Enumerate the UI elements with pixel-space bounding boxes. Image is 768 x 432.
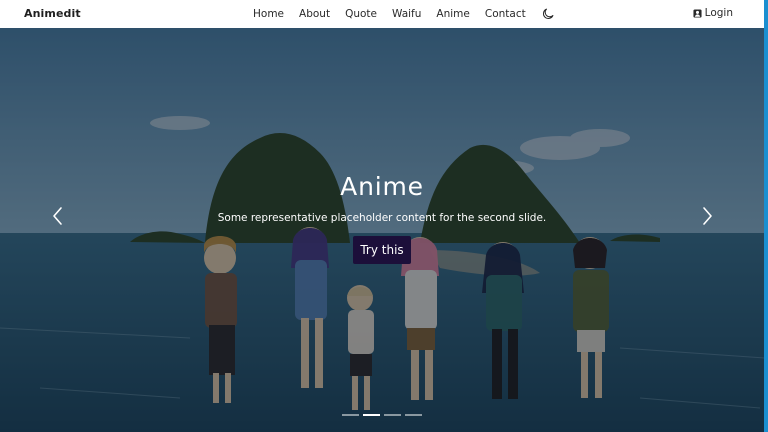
nav-link-anime[interactable]: Anime: [436, 8, 469, 20]
user-badge-icon: [693, 8, 702, 18]
indicator-1[interactable]: [342, 414, 359, 416]
carousel-indicators: [342, 414, 422, 416]
slide-title: Anime: [340, 172, 424, 201]
scrollbar[interactable]: [764, 0, 768, 432]
slide-description: Some representative placeholder content …: [217, 212, 547, 224]
brand-logo[interactable]: Animedit: [24, 7, 81, 20]
login-label: Login: [704, 7, 733, 19]
nav-link-quote[interactable]: Quote: [345, 8, 377, 20]
indicator-3[interactable]: [384, 414, 401, 416]
moon-icon[interactable]: [542, 8, 554, 20]
hero-carousel: Anime Some representative placeholder co…: [0, 28, 764, 432]
navbar: Animedit Home About Quote Waifu Anime Co…: [0, 0, 764, 28]
nav-link-about[interactable]: About: [299, 8, 330, 20]
nav-link-contact[interactable]: Contact: [485, 8, 526, 20]
nav-link-home[interactable]: Home: [253, 8, 284, 20]
nav-link-waifu[interactable]: Waifu: [392, 8, 421, 20]
indicator-2[interactable]: [363, 414, 380, 416]
login-button[interactable]: Login: [693, 7, 733, 19]
try-this-button[interactable]: Try this: [353, 236, 411, 264]
indicator-4[interactable]: [405, 414, 422, 416]
chevron-right-icon[interactable]: [695, 200, 719, 232]
carousel-caption: Anime Some representative placeholder co…: [0, 170, 764, 264]
chevron-left-icon[interactable]: [46, 200, 70, 232]
nav-links: Home About Quote Waifu Anime Contact: [253, 0, 554, 28]
